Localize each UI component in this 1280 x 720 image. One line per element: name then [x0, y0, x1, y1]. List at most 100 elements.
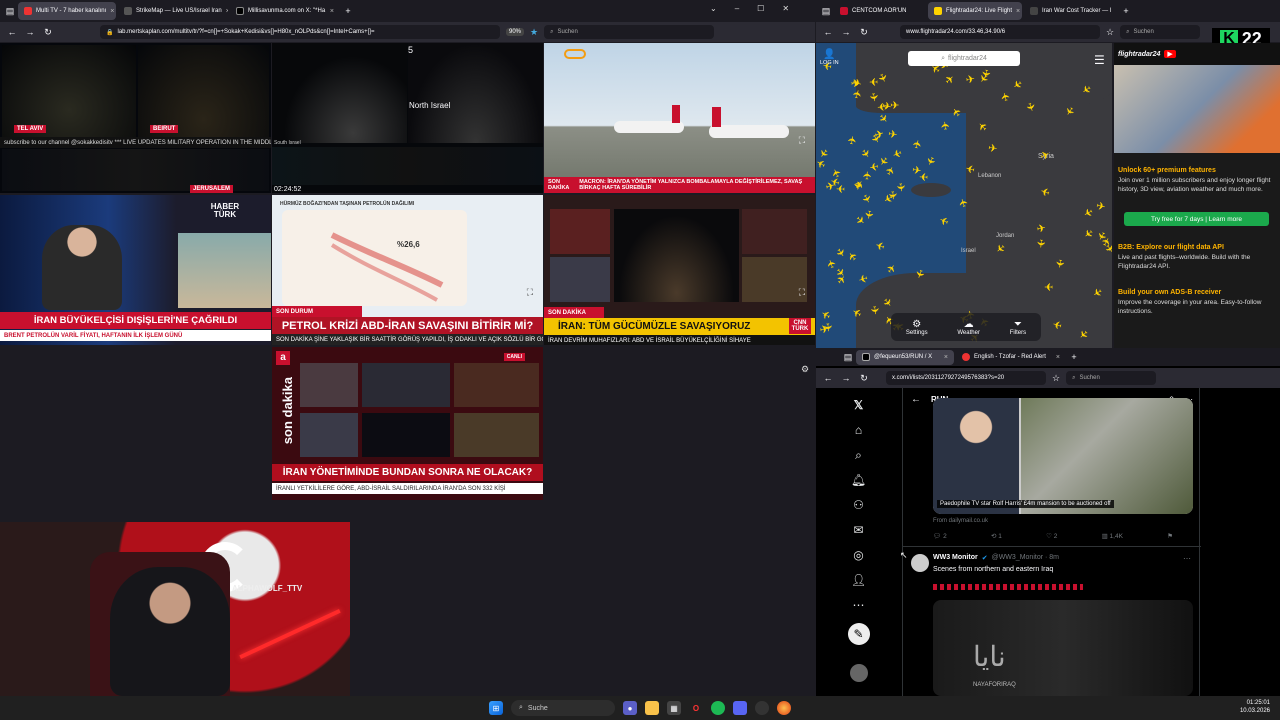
tab-list-icon[interactable]: ▤ — [842, 352, 854, 363]
reload-icon[interactable]: ↻ — [42, 27, 54, 38]
taskbar-search[interactable]: ⌕ Suche — [511, 700, 615, 716]
hamburger-menu-icon[interactable]: ☰ — [1094, 53, 1105, 67]
spotify-icon[interactable] — [711, 701, 725, 715]
search-icon[interactable]: ⌕ — [855, 448, 862, 462]
tab-cost-tracker[interactable]: Iran War Cost Tracker — l — [1024, 2, 1118, 20]
back-icon[interactable]: ← — [822, 373, 834, 383]
maximize-icon[interactable]: ☐ — [757, 4, 764, 13]
aircraft-marker[interactable]: ✈ — [874, 237, 887, 251]
profile-icon[interactable]: 👤︎ — [851, 573, 866, 587]
fr24-search-box[interactable]: ⌕ flightradar24 — [908, 51, 1020, 66]
tab-millisavunma[interactable]: Millisavunma.com on X: "*Ha × — [230, 2, 340, 20]
more-icon[interactable]: ⋯ — [853, 598, 865, 612]
aircraft-marker[interactable]: ✈ — [940, 120, 953, 131]
close-icon[interactable]: × — [330, 8, 334, 15]
filters-button[interactable]: ⏷ Filters — [1010, 319, 1026, 336]
reload-icon[interactable]: ↻ — [858, 373, 870, 384]
forward-icon[interactable]: → — [24, 27, 36, 37]
aircraft-marker[interactable]: ✈ — [834, 273, 849, 288]
tile-cnnturk[interactable]: ⛶ SON DAKİKA İRAN: TÜM GÜCÜMÜZLE SAVAŞIY… — [544, 195, 815, 345]
address-bar[interactable]: 🔒 lab.mertskaplan.com/multitv/tr/?f=cn[]=… — [100, 25, 500, 39]
aircraft-marker[interactable]: ✈ — [873, 128, 885, 142]
aircraft-marker[interactable]: ✈ — [846, 135, 860, 146]
weather-button[interactable]: ☁ Weather — [957, 319, 980, 336]
aircraft-marker[interactable]: ✈ — [867, 305, 880, 316]
like-button[interactable]: ♡ 2 — [1046, 532, 1057, 540]
aircraft-marker[interactable]: ✈ — [846, 249, 861, 264]
bookmark-star-icon[interactable]: ☆ — [1106, 27, 1114, 38]
close-icon[interactable]: × — [944, 354, 948, 361]
x-logo-icon[interactable]: 𝕏 — [854, 398, 864, 412]
close-icon[interactable]: × — [1016, 8, 1020, 15]
search-input[interactable]: ⌕ Suchen — [1066, 371, 1157, 385]
discord-icon[interactable] — [733, 701, 747, 715]
new-tab-icon[interactable]: + — [342, 6, 354, 16]
bell-icon[interactable]: 🔔︎ — [851, 473, 866, 487]
close-icon[interactable]: × — [110, 8, 114, 15]
tab-flightradar[interactable]: Flightradar24: Live Flight × — [928, 2, 1022, 20]
bookmark-icon[interactable]: ⚑ — [1167, 532, 1173, 540]
opera-icon[interactable]: O — [689, 701, 703, 715]
flight-map[interactable]: Syria Lebanon Israel Jordan ✈ ✈ ✈ ✈ ✈ ✈ ✈ ✈ ✈ ✈ ✈ ✈… — [816, 43, 1112, 348]
tab-strikemap[interactable]: StrikeMap — Live US/Israel Iran × — [118, 2, 228, 20]
home-icon[interactable]: ⌂ — [855, 423, 862, 437]
follow-icon[interactable]: ⚇ — [853, 498, 864, 512]
fullscreen-icon[interactable]: ⛶ — [799, 287, 805, 298]
teams-icon[interactable]: ● — [623, 701, 637, 715]
aircraft-marker[interactable]: ✈ — [875, 112, 890, 127]
address-bar[interactable]: www.flightradar24.com/33.46,34.90/6 — [900, 25, 1100, 39]
back-icon[interactable]: ← — [6, 27, 18, 37]
bookmark-star-icon[interactable]: ☆ — [1052, 373, 1060, 384]
aircraft-marker[interactable]: ✈ — [923, 154, 938, 167]
aircraft-marker[interactable]: ✈ — [911, 138, 925, 150]
close-window-icon[interactable]: ✕ — [782, 4, 789, 13]
aircraft-marker[interactable]: ✈ — [830, 166, 845, 179]
tile-a-haber[interactable]: a son dakika CANLI İRAN YÖNETİMİNDE BUND… — [272, 347, 543, 500]
repost-button[interactable]: ⟲ 1 — [991, 532, 1002, 540]
tile-sokak-kedisi-cams[interactable]: TEL AVIV BEIRUT subscribe to our channel… — [0, 43, 271, 193]
settings-gear-icon[interactable]: ⚙ — [801, 364, 809, 375]
tile-ntv-airport[interactable]: ⛶ SON DAKİKA MACRON: İRAN'DA YÖNETİM YALN… — [544, 43, 815, 193]
fullscreen-icon[interactable]: ⛶ — [799, 135, 805, 146]
aircraft-marker[interactable]: ✈ — [857, 271, 869, 285]
file-explorer-icon[interactable] — [645, 701, 659, 715]
post2-video[interactable]: نايا NAYAFORIRAQ — [933, 600, 1193, 696]
close-icon[interactable]: × — [1056, 354, 1060, 361]
firefox-icon[interactable] — [777, 701, 791, 715]
tile-israel-cams[interactable]: 5 North Israel South Israel 02:24:52 — [272, 43, 543, 193]
aircraft-marker[interactable]: ✈ — [820, 306, 834, 321]
aircraft-marker[interactable]: ✈ — [987, 143, 998, 156]
aircraft-marker[interactable]: ✈ — [877, 100, 887, 113]
aircraft-marker[interactable]: ✈ — [965, 73, 976, 86]
aircraft-marker[interactable]: ✈ — [821, 322, 834, 332]
post1-media[interactable]: Paedophile TV star Rolf Harris' £4m mans… — [933, 398, 1193, 514]
chevron-down-icon[interactable]: ⌄ — [710, 4, 717, 13]
system-clock[interactable]: 01:25:01 10.03.2026 — [1240, 700, 1270, 716]
aircraft-marker[interactable]: ✈ — [890, 100, 899, 112]
search-input[interactable]: ⌕ Suchen — [1120, 25, 1201, 39]
post-button-icon[interactable]: ✎ — [847, 623, 870, 645]
avatar[interactable] — [849, 664, 868, 682]
minimize-icon[interactable]: – — [735, 4, 739, 13]
aircraft-marker[interactable]: ✈ — [911, 164, 922, 178]
aircraft-marker[interactable]: ✈ — [884, 165, 899, 179]
forward-icon[interactable]: → — [840, 373, 852, 383]
address-bar[interactable]: x.com/i/lists/2031127927249576383?s=20 — [886, 371, 1046, 385]
tile-petrol-map[interactable]: HÜRMÜZ BOĞAZI'NDAN TAŞINAN PETROLÜN DAĞI… — [272, 195, 543, 345]
bookmark-star-icon[interactable]: ★ — [530, 27, 538, 38]
aircraft-marker[interactable]: ✈ — [851, 181, 864, 191]
aircraft-marker[interactable]: ✈ — [891, 146, 904, 161]
views-button[interactable]: ▥ 1,4K — [1102, 532, 1123, 540]
aircraft-marker[interactable]: ✈ — [858, 193, 873, 207]
back-arrow-icon[interactable]: ← — [911, 394, 921, 405]
windows-start-icon[interactable]: ⊞ — [489, 701, 503, 715]
search-input[interactable]: ⌕ Suchen — [544, 25, 715, 39]
aircraft-marker[interactable]: ✈ — [1044, 280, 1053, 292]
grok-icon[interactable]: ◎ — [853, 548, 863, 562]
aircraft-marker[interactable]: ✈ — [862, 209, 875, 220]
store-icon[interactable]: ▦ — [667, 701, 681, 715]
aircraft-marker[interactable]: ✈ — [857, 147, 872, 161]
mail-icon[interactable]: ✉ — [853, 523, 863, 537]
back-icon[interactable]: ← — [822, 27, 834, 37]
aircraft-marker[interactable]: ✈ — [1052, 258, 1065, 269]
